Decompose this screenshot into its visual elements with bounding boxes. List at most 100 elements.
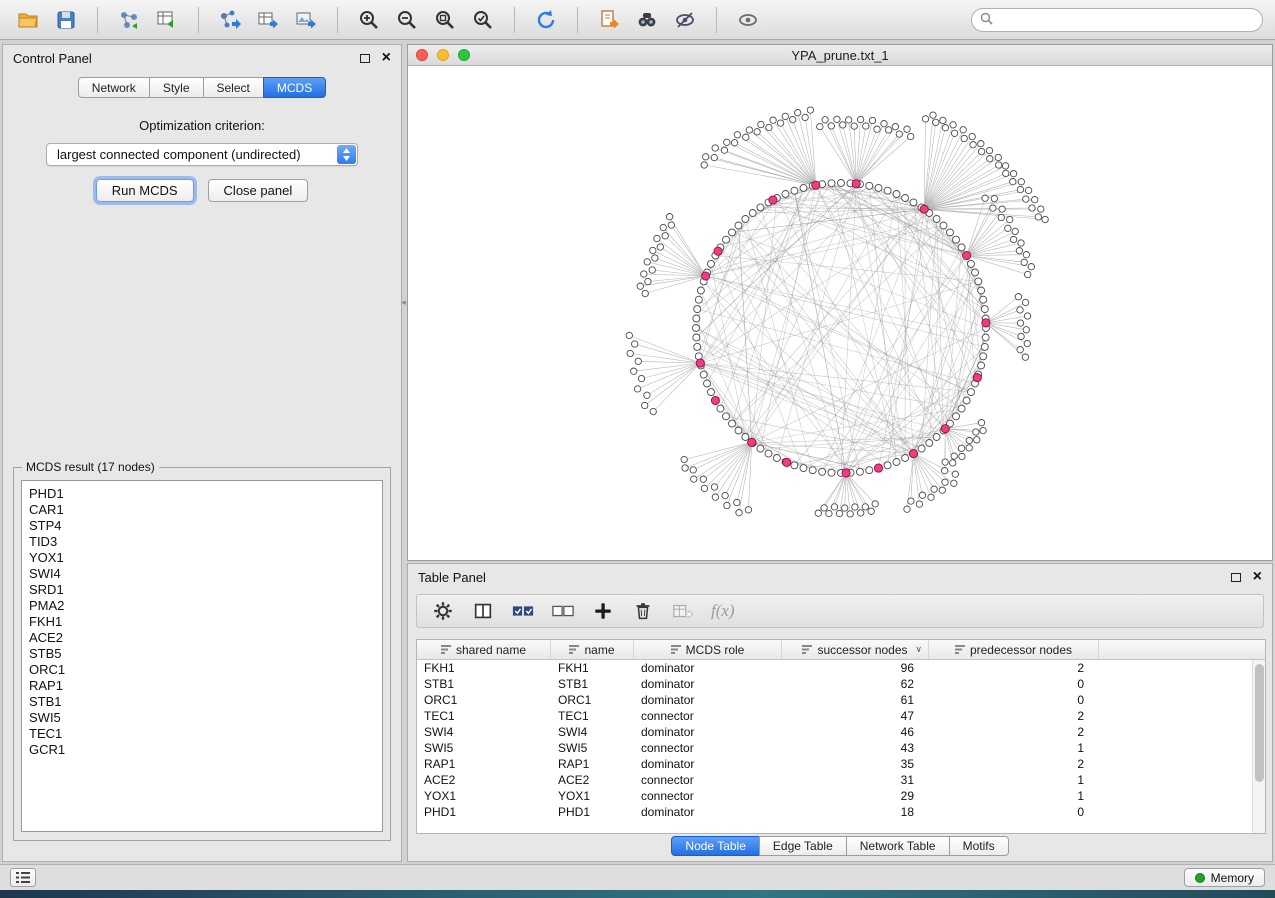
network-node[interactable]	[722, 492, 728, 498]
network-node[interactable]	[790, 116, 796, 122]
network-node[interactable]	[970, 142, 976, 148]
network-node[interactable]	[869, 117, 875, 123]
network-node[interactable]	[822, 117, 828, 123]
table-row[interactable]: SWI5SWI5connector431	[417, 740, 1265, 756]
network-node[interactable]	[933, 119, 939, 125]
table-row[interactable]: RAP1RAP1dominator352	[417, 756, 1265, 772]
dominator-node[interactable]	[909, 450, 917, 458]
network-canvas[interactable]	[408, 66, 1272, 560]
network-node[interactable]	[642, 290, 648, 296]
column-header-shared-name[interactable]: shared name	[417, 640, 551, 659]
network-node[interactable]	[926, 440, 933, 447]
network-node[interactable]	[892, 124, 898, 130]
network-node[interactable]	[828, 123, 834, 129]
network-node[interactable]	[758, 121, 764, 127]
network-node[interactable]	[704, 380, 711, 387]
zoom-out-icon[interactable]	[391, 5, 423, 35]
search-field[interactable]	[971, 8, 1263, 32]
network-node[interactable]	[1022, 354, 1028, 360]
network-node[interactable]	[862, 504, 868, 510]
chevron-down-icon[interactable]: ∨	[915, 644, 922, 655]
open-file-icon[interactable]	[12, 5, 44, 35]
dominator-node[interactable]	[696, 359, 704, 367]
column-layout-icon[interactable]	[471, 599, 495, 623]
network-node[interactable]	[1023, 327, 1029, 333]
column-header-mcds-role[interactable]: MCDS role	[634, 640, 782, 659]
dominator-node[interactable]	[769, 196, 777, 204]
network-node[interactable]	[963, 397, 970, 404]
network-node[interactable]	[757, 204, 764, 211]
mcds-result-list[interactable]: PHD1CAR1STP4TID3YOX1SWI4SRD1PMA2FKH1ACE2…	[21, 480, 383, 832]
refresh-layout-icon[interactable]	[530, 5, 562, 35]
zoom-selected-icon[interactable]	[467, 5, 499, 35]
table-row[interactable]: FKH1FKH1dominator962	[417, 660, 1265, 676]
network-node[interactable]	[1010, 179, 1016, 185]
network-node[interactable]	[904, 506, 910, 512]
network-node[interactable]	[819, 468, 826, 475]
network-node[interactable]	[953, 413, 960, 420]
network-node[interactable]	[742, 434, 749, 441]
save-icon[interactable]	[50, 5, 82, 35]
import-network-icon[interactable]	[113, 5, 145, 35]
network-node[interactable]	[1018, 240, 1024, 246]
network-node[interactable]	[1017, 347, 1023, 353]
network-node[interactable]	[966, 437, 972, 443]
dominator-node[interactable]	[748, 438, 756, 446]
network-node[interactable]	[852, 504, 858, 510]
network-node[interactable]	[896, 131, 902, 137]
select-all-icon[interactable]	[511, 599, 535, 623]
network-node[interactable]	[815, 510, 821, 516]
network-node[interactable]	[838, 180, 845, 187]
network-node[interactable]	[872, 501, 878, 507]
network-node[interactable]	[1023, 196, 1029, 202]
network-node[interactable]	[933, 434, 940, 441]
network-node[interactable]	[729, 420, 736, 427]
network-node[interactable]	[717, 405, 724, 412]
network-node[interactable]	[1005, 225, 1011, 231]
network-node[interactable]	[795, 110, 801, 116]
network-node[interactable]	[746, 127, 752, 133]
network-node[interactable]	[933, 216, 940, 223]
network-node[interactable]	[951, 480, 957, 486]
network-node[interactable]	[975, 278, 982, 285]
network-node[interactable]	[978, 141, 984, 147]
network-node[interactable]	[800, 465, 807, 472]
network-graph[interactable]	[408, 66, 1272, 560]
table-row[interactable]: ACE2ACE2connector311	[417, 772, 1265, 788]
memory-button[interactable]: Memory	[1184, 868, 1265, 887]
close-panel-button[interactable]: Close panel	[208, 179, 309, 202]
network-node[interactable]	[1032, 197, 1038, 203]
table-row[interactable]: ORC1ORC1dominator610	[417, 692, 1265, 708]
network-node[interactable]	[735, 427, 742, 434]
share-document-icon[interactable]	[593, 5, 625, 35]
network-node[interactable]	[649, 267, 655, 273]
export-table-icon[interactable]	[252, 5, 284, 35]
table-row[interactable]: TEC1TEC1connector472	[417, 708, 1265, 724]
mcds-result-item[interactable]: STB1	[29, 694, 382, 710]
network-node[interactable]	[700, 371, 707, 378]
table-row[interactable]: STB1STB1dominator620	[417, 676, 1265, 692]
panel-splitter[interactable]: ◂	[400, 44, 407, 561]
network-node[interactable]	[831, 504, 837, 510]
network-node[interactable]	[1018, 179, 1024, 185]
network-node[interactable]	[973, 429, 979, 435]
network-node[interactable]	[916, 501, 922, 507]
network-node[interactable]	[966, 445, 972, 451]
network-node[interactable]	[1012, 228, 1018, 234]
network-node[interactable]	[711, 154, 717, 160]
network-node[interactable]	[961, 135, 967, 141]
network-node[interactable]	[1003, 170, 1009, 176]
network-node[interactable]	[791, 187, 798, 194]
network-node[interactable]	[828, 469, 835, 476]
network-node[interactable]	[807, 107, 813, 113]
network-node[interactable]	[1025, 271, 1031, 277]
export-network-icon[interactable]	[214, 5, 246, 35]
network-node[interactable]	[721, 147, 727, 153]
mcds-result-item[interactable]: ORC1	[29, 662, 382, 678]
network-node[interactable]	[982, 334, 989, 341]
network-node[interactable]	[1015, 294, 1021, 300]
network-node[interactable]	[766, 124, 772, 130]
network-node[interactable]	[809, 467, 816, 474]
dominator-node[interactable]	[973, 374, 981, 382]
network-node[interactable]	[991, 195, 997, 201]
